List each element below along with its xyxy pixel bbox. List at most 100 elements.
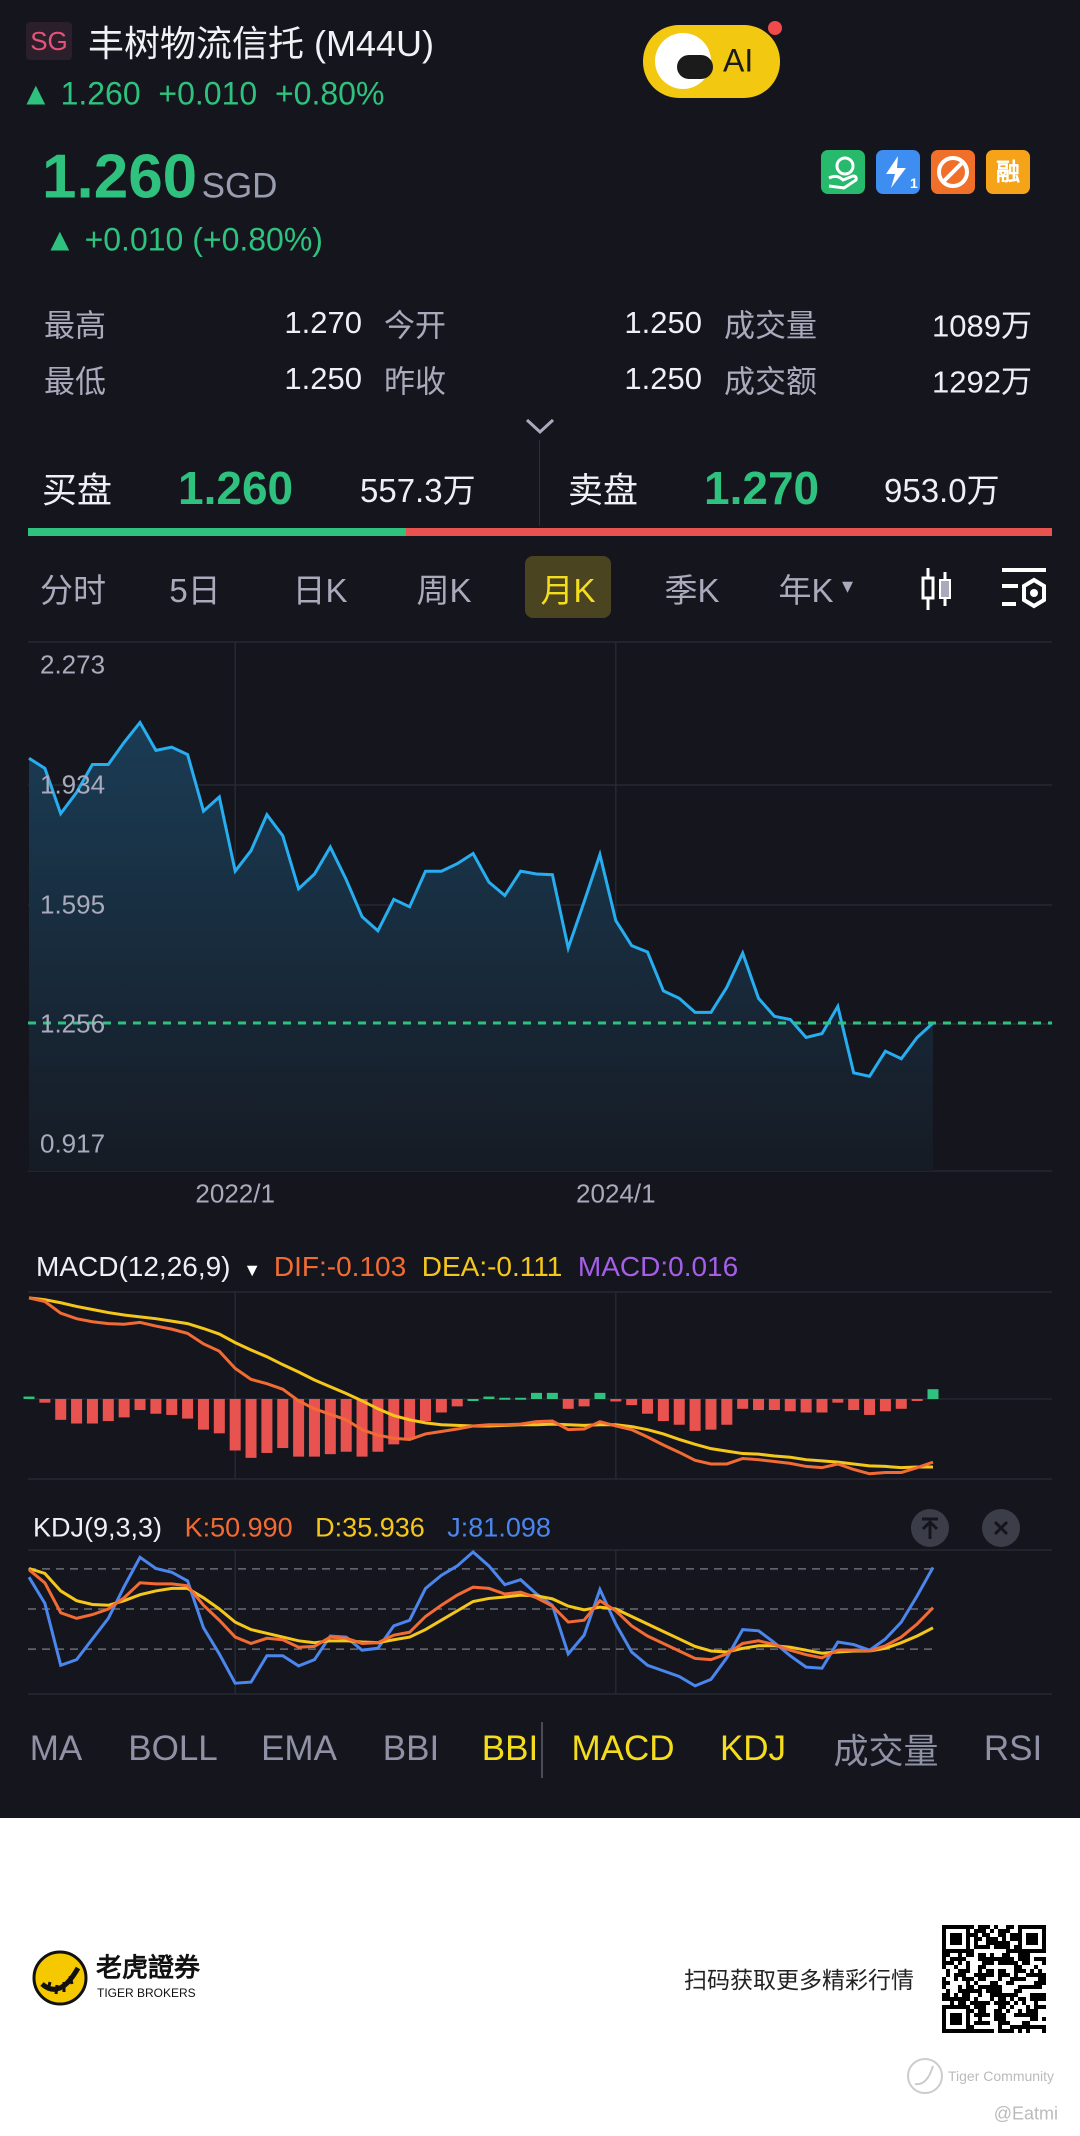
stat-label: 昨收 — [384, 364, 446, 400]
macd-bar — [39, 1399, 51, 1403]
stat-label: 最高 — [44, 308, 106, 344]
dea-value: DEA:-0.111 — [421, 1251, 563, 1282]
macd-bar — [705, 1399, 717, 1430]
macd-bar — [832, 1399, 844, 1403]
qr-code[interactable] — [942, 1925, 1046, 2033]
period-tab[interactable]: 5日 — [169, 564, 220, 612]
macd-bar — [213, 1399, 225, 1434]
macd-bar — [911, 1399, 923, 1401]
macd-bar — [435, 1399, 447, 1413]
macd-bar — [515, 1397, 527, 1400]
macd-bar — [229, 1399, 241, 1451]
dropdown-caret-icon[interactable]: ▾ — [842, 574, 853, 599]
macd-bar — [451, 1399, 463, 1407]
x-tick-label: 2024/1 — [576, 1178, 656, 1209]
stat-label: 成交量 — [724, 308, 817, 344]
macd-value: MACD:0.016 — [577, 1251, 739, 1282]
macd-bar — [768, 1399, 780, 1411]
y-tick-label: 2.273 — [40, 649, 106, 680]
macd-bar — [610, 1399, 622, 1402]
macd-bar — [927, 1389, 939, 1399]
macd-bar — [848, 1399, 860, 1411]
macd-bar — [261, 1399, 273, 1453]
stat-value: 1.250 — [624, 305, 702, 340]
macd-bar — [340, 1399, 352, 1452]
macd-title[interactable]: MACD(12,26,9) — [36, 1251, 231, 1282]
indicator-tab[interactable]: MACD — [571, 1729, 674, 1769]
indicator-tab[interactable]: RSI — [984, 1729, 1042, 1769]
period-tab[interactable]: 周K — [416, 564, 471, 612]
macd-bar — [562, 1399, 574, 1409]
watermark: Tiger Community — [948, 2068, 1055, 2084]
macd-bar — [594, 1392, 606, 1399]
macd-bar — [182, 1399, 194, 1419]
stat-value: 1.250 — [284, 361, 362, 396]
macd-bar — [197, 1399, 209, 1430]
dif-value: DIF:-0.103 — [273, 1251, 407, 1282]
y-tick-label: 1.934 — [40, 769, 106, 800]
macd-bar — [737, 1399, 749, 1409]
j-value: J:81.098 — [447, 1512, 551, 1543]
macd-bar — [816, 1399, 828, 1413]
stat-label: 最低 — [44, 364, 106, 400]
indicator-tab[interactable]: MA — [30, 1729, 83, 1769]
period-tab[interactable]: 年K — [778, 564, 833, 612]
y-tick-label: 1.256 — [40, 1008, 106, 1039]
macd-bar — [134, 1399, 146, 1411]
brand-name: 老虎證券 — [96, 1953, 201, 1984]
indicator-tab[interactable]: BOLL — [128, 1729, 218, 1769]
macd-bar — [150, 1399, 162, 1414]
stat-value: 1089万 — [932, 308, 1032, 344]
macd-bar — [86, 1399, 98, 1424]
period-tab[interactable]: 月K — [540, 564, 595, 612]
indicator-tab[interactable]: EMA — [261, 1729, 337, 1769]
j-line — [27, 1550, 935, 1688]
pin-top-icon[interactable] — [911, 1509, 949, 1547]
macd-bar — [483, 1396, 495, 1399]
macd-bar — [245, 1399, 257, 1458]
user-handle: @Eatmi — [993, 2103, 1058, 2124]
macd-bar — [642, 1399, 654, 1414]
macd-bar — [55, 1399, 67, 1420]
stat-label: 成交额 — [724, 364, 817, 400]
dif-line — [28, 1296, 934, 1476]
macd-bar — [626, 1399, 638, 1406]
k-line — [28, 1568, 935, 1662]
macd-bar — [721, 1399, 733, 1425]
dea-line — [28, 1296, 933, 1470]
qr-caption: 扫码获取更多精彩行情 — [684, 1968, 914, 1994]
macd-bar — [673, 1399, 685, 1425]
macd-bar — [102, 1399, 114, 1422]
close-icon[interactable] — [982, 1509, 1020, 1547]
indicator-tab[interactable]: 成交量 — [833, 1724, 938, 1775]
macd-bar — [689, 1399, 701, 1431]
tiger-community-logo — [907, 2058, 943, 2094]
y-tick-label: 1.595 — [40, 889, 106, 920]
macd-bar — [800, 1399, 812, 1413]
kdj-title[interactable]: KDJ(9,3,3) — [33, 1513, 162, 1543]
stat-label: 今开 — [384, 308, 446, 344]
divider — [541, 1722, 543, 1778]
stat-value: 1292万 — [932, 364, 1032, 400]
kdj-legend: KDJ(9,3,3) K:50.990 D:35.936 J:81.098 — [33, 1513, 551, 1544]
period-tab[interactable]: 季K — [664, 564, 719, 612]
macd-bar — [499, 1397, 511, 1400]
macd-bar — [324, 1399, 336, 1455]
macd-bar — [71, 1399, 83, 1424]
k-value: K:50.990 — [184, 1512, 293, 1543]
macd-bar — [784, 1399, 796, 1412]
period-tab[interactable]: 分时 — [40, 564, 106, 612]
tiger-brokers-logo — [32, 1950, 88, 2006]
price-area-fill — [29, 722, 933, 1171]
macd-legend: MACD(12,26,9) ▼ DIF:-0.103 DEA:-0.111 MA… — [36, 1251, 738, 1283]
macd-bar — [864, 1399, 876, 1415]
macd-bar — [166, 1399, 178, 1415]
indicator-tab[interactable]: KDJ — [720, 1729, 786, 1769]
period-tab[interactable]: 日K — [292, 564, 347, 612]
macd-bar — [657, 1399, 669, 1422]
dropdown-caret-icon[interactable]: ▼ — [238, 1260, 266, 1280]
macd-bar — [578, 1399, 590, 1407]
indicator-tab[interactable]: BBI — [383, 1729, 439, 1769]
d-value: D:35.936 — [315, 1512, 425, 1543]
indicator-tab[interactable]: BBI — [482, 1729, 538, 1769]
